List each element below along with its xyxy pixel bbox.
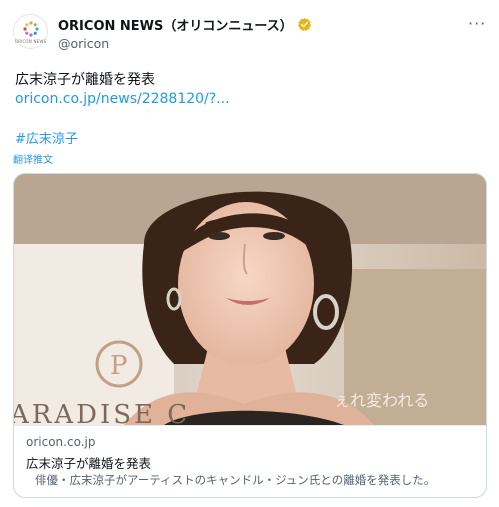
tweet-post: ORICON NEWS ORICON NEWS（オリコンニュース） @orico… bbox=[0, 0, 499, 507]
link-preview-card[interactable]: P ARADISE C ぇれ変われる oricon.co.jp 広末涼子が離婚を… bbox=[13, 173, 487, 498]
tweet-link[interactable]: oricon.co.jp/news/2288120/?... bbox=[15, 91, 230, 107]
more-options-icon[interactable]: ··· bbox=[468, 14, 486, 33]
backdrop-text-left: ARADISE C bbox=[14, 400, 190, 425]
hashtag-link[interactable]: #広末涼子 bbox=[15, 128, 78, 147]
author-name-row: ORICON NEWS（オリコンニュース） bbox=[58, 15, 312, 34]
card-description: 俳優・広末涼子がアーティストのキャンドル・ジュン氏との離婚を発表した。 bbox=[35, 473, 436, 487]
tweet-text: 広末涼子が離婚を発表 bbox=[15, 72, 155, 88]
translate-tweet-link[interactable]: 翻译推文 bbox=[13, 151, 53, 166]
avatar[interactable]: ORICON NEWS bbox=[13, 14, 48, 49]
author-handle[interactable]: @oricon bbox=[58, 36, 109, 51]
oricon-logo-icon bbox=[22, 20, 39, 37]
card-meta: oricon.co.jp 広末涼子が離婚を発表 俳優・広末涼子がアーティストのキ… bbox=[14, 425, 486, 497]
svg-text:P: P bbox=[110, 351, 128, 381]
author-display-name[interactable]: ORICON NEWS（オリコンニュース） bbox=[58, 15, 293, 34]
avatar-logo-text: ORICON NEWS bbox=[14, 38, 47, 44]
card-domain: oricon.co.jp bbox=[26, 435, 96, 449]
card-title: 広末涼子が離婚を発表 bbox=[26, 456, 152, 471]
verified-badge-icon bbox=[297, 17, 312, 32]
card-photo: P ARADISE C ぇれ変われる bbox=[14, 174, 486, 425]
backdrop-text-right: ぇれ変われる bbox=[334, 391, 429, 410]
